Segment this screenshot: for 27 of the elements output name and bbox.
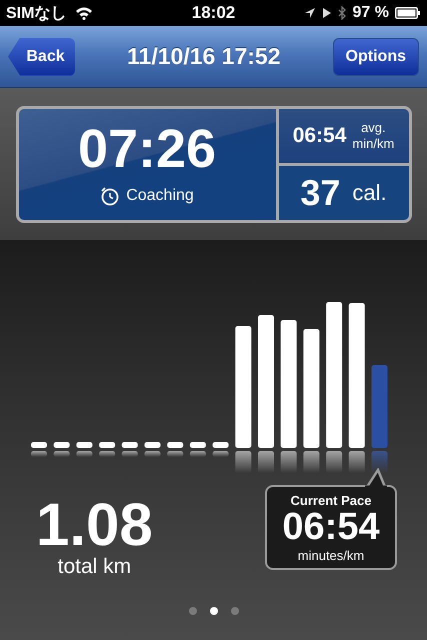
stopwatch-icon xyxy=(100,186,120,206)
screen-title: 11/10/16 17:52 xyxy=(127,43,281,70)
battery-icon xyxy=(394,7,421,19)
current-pace-value: 06:54 xyxy=(282,508,380,548)
current-pace-unit: minutes/km xyxy=(298,548,364,563)
options-button[interactable]: Options xyxy=(332,38,419,76)
location-arrow-icon xyxy=(304,7,316,19)
avg-pace-value: 06:54 xyxy=(292,124,346,148)
play-icon xyxy=(322,7,332,19)
pace-unit: min/km xyxy=(352,136,394,152)
page-indicator-dot[interactable] xyxy=(188,607,196,615)
battery-percent: 97 % xyxy=(352,4,389,22)
page-indicator-dot[interactable] xyxy=(230,607,238,615)
duration-value: 07:26 xyxy=(78,122,216,176)
coaching-label: Coaching xyxy=(126,187,194,205)
bluetooth-icon xyxy=(338,6,347,20)
status-time: 18:02 xyxy=(192,3,236,23)
page-indicator-dot[interactable] xyxy=(210,607,218,615)
avg-label: avg. xyxy=(361,120,386,136)
back-button[interactable]: Back xyxy=(8,38,75,76)
current-pace-title: Current Pace xyxy=(290,493,372,508)
carrier-name: SIMなし xyxy=(6,4,66,24)
calories-unit: cal. xyxy=(352,180,387,206)
calories-value: 37 xyxy=(300,172,340,214)
distance-label: total km xyxy=(58,555,132,579)
wifi-icon xyxy=(74,6,94,20)
distance-value: 1.08 xyxy=(36,495,153,555)
